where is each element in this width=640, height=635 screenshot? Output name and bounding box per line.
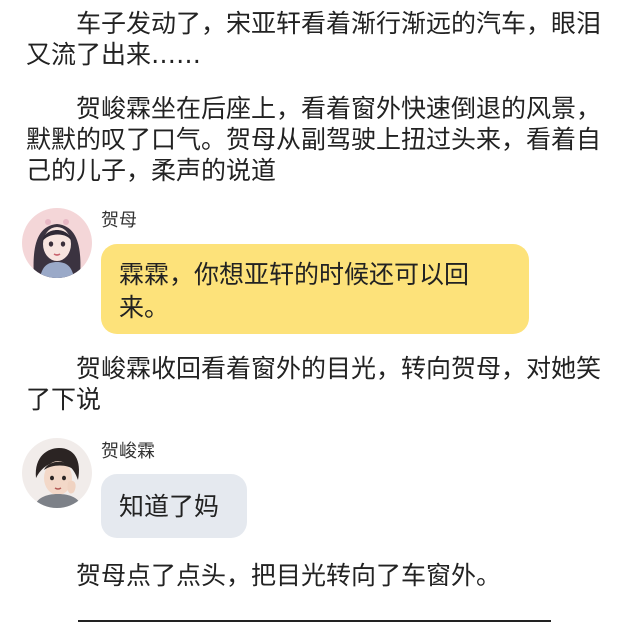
mother-avatar-icon <box>22 208 92 278</box>
story-paragraph-3: 贺峻霖收回看着窗外的目光，转向贺母，对她笑了下说 <box>26 354 602 414</box>
section-divider <box>78 620 551 622</box>
story-paragraph-1: 车子发动了，宋亚轩看着渐行渐远的汽车，眼泪又流了出来…… <box>26 9 602 69</box>
story-paragraph-2: 贺峻霖坐在后座上，看着窗外快速倒退的风景，默默的叹了口气。贺母从副驾驶上扭过头来… <box>26 94 602 185</box>
chat-bubble-mother: 霖霖，你想亚轩的时候还可以回来。 <box>101 244 529 334</box>
story-page: 车子发动了，宋亚轩看着渐行渐远的汽车，眼泪又流了出来…… 贺峻霖坐在后座上，看着… <box>0 0 640 635</box>
speaker-name-mother: 贺母 <box>101 210 137 231</box>
story-paragraph-4: 贺母点了点头，把目光转向了车窗外。 <box>26 561 502 590</box>
chat-bubble-son: 知道了妈 <box>101 474 247 538</box>
son-avatar-icon <box>22 438 92 508</box>
speaker-name-son: 贺峻霖 <box>101 441 155 462</box>
